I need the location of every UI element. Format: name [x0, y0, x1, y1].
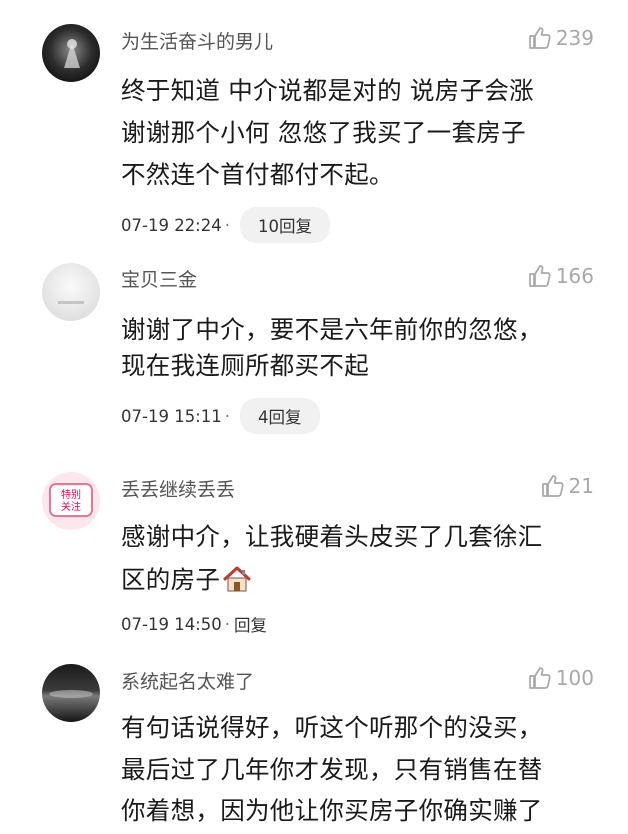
like-button[interactable]: 166 [527, 263, 594, 289]
like-count: 166 [555, 264, 594, 288]
timestamp: 07-19 15:11 [121, 406, 222, 426]
thumbs-up-icon [528, 667, 551, 689]
avatar[interactable]: 特别 关注 [42, 472, 100, 530]
avatar[interactable] [42, 263, 100, 321]
comment-meta: 07-19 14:50 · 回复 [121, 612, 267, 636]
thumbs-up-icon [541, 475, 564, 497]
separator-dot: · [224, 215, 230, 235]
like-count: 100 [555, 666, 594, 690]
reply-count-button[interactable]: 10回复 [240, 207, 330, 243]
username[interactable]: 为生活奋斗的男儿 [121, 27, 273, 54]
comment-text-line: 不然连个首付都付不起。 [121, 160, 394, 189]
timestamp: 07-19 22:24 [121, 215, 222, 235]
separator-dot: · [224, 614, 230, 634]
comment-text-line: 谢谢了中介，要不是六年前你的忽悠， [121, 315, 543, 344]
username[interactable]: 系统起名太难了 [121, 667, 254, 694]
like-button[interactable]: 21 [540, 473, 594, 499]
avatar-label: 特别 [61, 489, 81, 501]
username[interactable]: 宝贝三金 [121, 265, 197, 292]
comment-text: 区的房子 [121, 565, 221, 594]
comment-text-line: 最后过了几年你才发现，只有销售在替 [121, 755, 543, 784]
thumbs-up-icon [528, 27, 551, 49]
comment-text-line-with-emoji: 区的房子 [121, 561, 252, 596]
comment-text-line: 你着想，因为他让你买房子你确实赚了 [121, 796, 543, 825]
avatar-label: 关注 [61, 500, 81, 513]
username[interactable]: 丢丢继续丢丢 [121, 475, 235, 502]
like-button[interactable]: 239 [527, 25, 594, 51]
reply-count-button[interactable]: 4回复 [240, 398, 320, 434]
comment-text-line: 终于知道 中介说都是对的 说房子会涨 [121, 76, 534, 105]
timestamp: 07-19 14:50 [121, 614, 222, 634]
comment-meta: 07-19 22:24 · 10回复 [121, 207, 330, 243]
comment-text-line: 现在我连厕所都买不起 [121, 351, 369, 380]
thumbs-up-icon [528, 265, 551, 287]
like-count: 21 [568, 474, 594, 498]
avatar[interactable] [42, 24, 100, 82]
comment-text-line: 谢谢那个小何 忽悠了我买了一套房子 [121, 118, 526, 147]
separator-dot: · [224, 406, 230, 426]
avatar[interactable] [42, 664, 100, 722]
like-button[interactable]: 100 [527, 665, 594, 691]
comment-text-line: 感谢中介，让我硬着头皮买了几套徐汇 [121, 522, 543, 551]
comment-meta: 07-19 15:11 · 4回复 [121, 398, 320, 434]
reply-button[interactable]: 回复 [234, 612, 267, 636]
like-count: 239 [555, 26, 594, 50]
house-emoji-icon [223, 566, 251, 592]
comment-text-line: 有句话说得好，听这个听那个的没买， [121, 713, 543, 742]
